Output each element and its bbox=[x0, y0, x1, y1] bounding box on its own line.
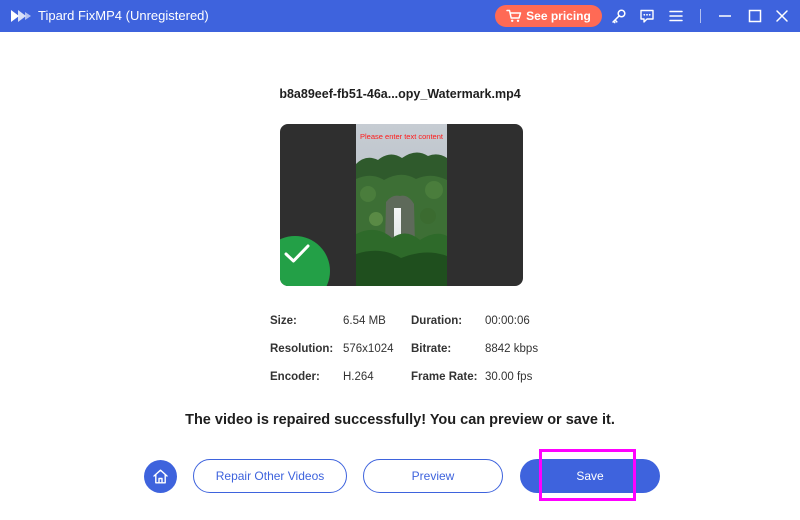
feedback-icon[interactable] bbox=[637, 6, 657, 26]
video-thumbnail bbox=[356, 124, 447, 286]
duration-label: Duration: bbox=[411, 315, 463, 327]
menu-icon[interactable] bbox=[666, 6, 686, 26]
duration-value: 00:00:06 bbox=[485, 315, 530, 327]
success-badge bbox=[280, 236, 330, 286]
bitrate-value: 8842 kbps bbox=[485, 343, 539, 355]
encoder-label: Encoder: bbox=[270, 371, 320, 383]
title-bar-divider bbox=[700, 9, 701, 23]
close-icon[interactable] bbox=[772, 6, 792, 26]
file-name: b8a89eef-fb51-46a...opy_Watermark.mp4 bbox=[279, 87, 521, 101]
save-button[interactable]: Save bbox=[520, 459, 660, 493]
watermark-text: Please enter text content bbox=[360, 132, 443, 141]
resolution-label: Resolution: bbox=[270, 343, 334, 355]
minimize-icon[interactable] bbox=[715, 6, 735, 26]
key-icon[interactable] bbox=[609, 6, 629, 26]
repair-other-videos-button[interactable]: Repair Other Videos bbox=[193, 459, 347, 493]
bitrate-label: Bitrate: bbox=[411, 343, 452, 355]
success-message: The video is repaired successfully! You … bbox=[185, 412, 615, 428]
app-logo-icon bbox=[11, 10, 31, 22]
resolution-value: 576x1024 bbox=[343, 343, 394, 355]
home-icon bbox=[153, 469, 168, 484]
preview-button[interactable]: Preview bbox=[363, 459, 503, 493]
video-preview: Please enter text content bbox=[280, 124, 523, 286]
cart-icon bbox=[506, 9, 522, 22]
framerate-label: Frame Rate: bbox=[411, 371, 478, 383]
see-pricing-label: See pricing bbox=[526, 9, 591, 23]
framerate-value: 30.00 fps bbox=[485, 371, 533, 383]
window-title: Tipard FixMP4 (Unregistered) bbox=[38, 8, 209, 23]
see-pricing-button[interactable]: See pricing bbox=[495, 5, 602, 27]
checkmark-icon bbox=[284, 244, 310, 263]
size-label: Size: bbox=[270, 315, 297, 327]
encoder-value: H.264 bbox=[343, 371, 374, 383]
title-bar: Tipard FixMP4 (Unregistered) See pricing bbox=[0, 0, 800, 32]
home-button[interactable] bbox=[144, 460, 177, 493]
size-value: 6.54 MB bbox=[343, 315, 386, 327]
maximize-icon[interactable] bbox=[745, 6, 765, 26]
